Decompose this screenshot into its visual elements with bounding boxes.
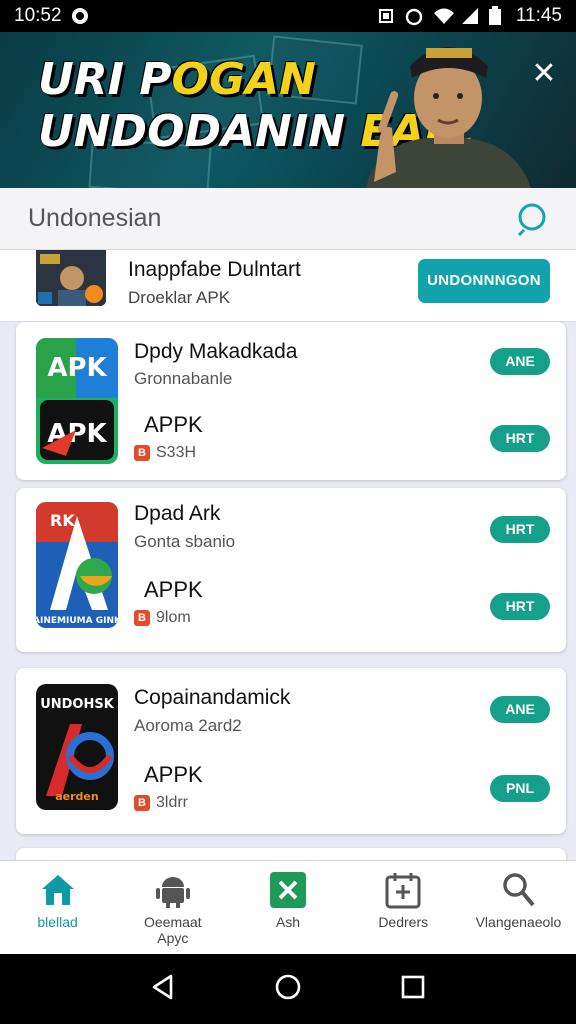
nav-label: Dedrers: [378, 914, 429, 930]
featured-app-subtitle: Droeklar APK: [128, 288, 231, 307]
app-action-button[interactable]: PNL: [490, 775, 550, 802]
home-icon: [39, 871, 77, 909]
bottom-navigation: blellad Oeemaat Apyc Ash Dedrers Vlangen…: [0, 860, 576, 954]
app-icon-text: APK: [47, 353, 107, 383]
search-bar[interactable]: Undonesian: [0, 188, 576, 250]
download-button[interactable]: UNDONNNGON: [418, 259, 550, 303]
status-bar: 10:52 11:45: [0, 0, 576, 32]
app-icon-text: aerden: [55, 790, 98, 803]
app-icon-text: UNDOHSK: [40, 697, 115, 712]
notification-icon: [70, 6, 90, 26]
status-time-right: 11:45: [515, 5, 562, 26]
app-size-value: S33H: [156, 444, 197, 461]
app-size-value: 3ldrr: [156, 794, 189, 811]
nav-label: blellad: [37, 914, 78, 930]
nfc-icon: [376, 6, 396, 26]
banner-person-image: [356, 32, 536, 188]
app-action-button[interactable]: ANE: [490, 348, 550, 375]
app-name: Dpad Ark: [134, 502, 221, 525]
nav-item-apps[interactable]: Oeemaat Apyc: [115, 861, 230, 954]
search-query[interactable]: Undonesian: [28, 204, 161, 233]
app-size: B S33H: [134, 444, 196, 462]
app-action-button[interactable]: ANE: [490, 696, 550, 723]
app-icon: UNDOHSK aerden: [36, 684, 118, 810]
size-badge-icon: B: [134, 445, 150, 461]
nav-label: Ash: [275, 914, 301, 930]
close-box-icon: [269, 871, 307, 909]
app-type: APPK: [144, 577, 203, 602]
status-time-left: 10:52: [14, 5, 62, 26]
home-circle-icon[interactable]: [274, 973, 302, 1006]
app-action-button[interactable]: HRT: [490, 425, 550, 452]
close-icon[interactable]: ✕: [528, 58, 560, 90]
app-name: Dpdy Makadkada: [134, 340, 298, 363]
app-type: APPK: [144, 412, 203, 437]
featured-app-row[interactable]: Inappfabe Dulntart Droeklar APK UNDONNNG…: [0, 250, 576, 322]
app-icon-text: AINEMIUMA GINK: [36, 616, 118, 626]
list-item[interactable]: APK APK Dpdy Makadkada Gronnabanle APPK …: [16, 322, 566, 480]
signal-icon: [460, 6, 480, 26]
size-badge-icon: B: [134, 610, 150, 626]
headline-text: UNDODANIN: [38, 106, 361, 157]
nav-item-home[interactable]: blellad: [0, 861, 115, 954]
recents-icon[interactable]: [399, 973, 427, 1006]
back-icon[interactable]: [149, 973, 177, 1006]
list-item[interactable]: UNDOHSK aerden Copainandamick Aoroma 2ar…: [16, 668, 566, 834]
alarm-icon: [404, 6, 424, 26]
app-size: B 3ldrr: [134, 794, 188, 812]
wifi-icon: [432, 6, 454, 26]
size-badge-icon: B: [134, 795, 150, 811]
nav-item-ash[interactable]: Ash: [230, 861, 345, 954]
app-developer: Gronnabanle: [134, 369, 233, 388]
app-type: APPK: [144, 762, 203, 787]
app-icon: RK AINEMIUMA GINK: [36, 502, 118, 628]
system-navigation-bar: [0, 954, 576, 1024]
headline-text: URI P: [38, 54, 172, 105]
search-icon[interactable]: [516, 202, 550, 236]
app-size: B 9lom: [134, 609, 191, 627]
nav-item-profile[interactable]: Vlangenaeolo: [461, 861, 576, 954]
app-size-value: 9lom: [156, 609, 191, 626]
list-item[interactable]: RK AINEMIUMA GINK Dpad Ark Gonta sbanio …: [16, 488, 566, 652]
headline-text: OGAN: [171, 54, 316, 105]
featured-app-thumbnail: [36, 250, 106, 306]
app-action-button[interactable]: HRT: [490, 516, 550, 543]
featured-app-title: Inappfabe Dulntart: [128, 258, 301, 281]
app-icon: APK APK: [36, 338, 118, 464]
profile-search-icon: [499, 871, 537, 909]
calendar-icon: [384, 871, 422, 909]
app-icon-text: RK: [50, 511, 75, 530]
app-name: Copainandamick: [134, 686, 291, 709]
battery-icon: [488, 6, 508, 26]
nav-label: Oeemaat Apyc: [144, 914, 202, 946]
android-icon: [154, 871, 192, 909]
app-action-button[interactable]: HRT: [490, 593, 550, 620]
nav-item-orders[interactable]: Dedrers: [346, 861, 461, 954]
app-developer: Aoroma 2ard2: [134, 716, 242, 735]
ad-banner[interactable]: URI POGAN UNDODANIN EAR. ✕: [0, 32, 576, 188]
nav-label: Vlangenaeolo: [475, 914, 562, 930]
app-developer: Gonta sbanio: [134, 532, 236, 551]
